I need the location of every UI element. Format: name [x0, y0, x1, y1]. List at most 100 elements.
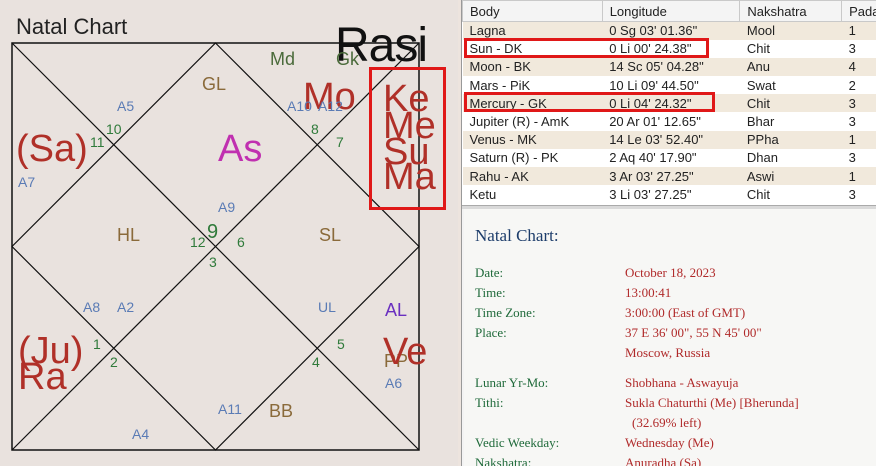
- house-number: 5: [337, 336, 345, 352]
- table-row[interactable]: Lagna 0 Sg 03' 01.36" Mool 1: [462, 21, 876, 40]
- planet-venus: Ve: [383, 331, 428, 373]
- point-gl: GL: [202, 74, 227, 94]
- table-row[interactable]: Ketu 3 Li 03' 27.25" Chit 3: [462, 185, 876, 204]
- table-cell: 3 Li 03' 27.25": [602, 185, 740, 204]
- table-cell: Ketu: [462, 185, 603, 204]
- detail-value: October 18, 2023: [625, 265, 716, 280]
- table-cell: Anu: [739, 57, 842, 77]
- ascendant: As: [218, 128, 263, 170]
- highlight-row-mercury: [464, 92, 715, 112]
- detail-value: Sukla Chaturthi (Me) [Bherunda]: [625, 395, 799, 410]
- house-number: 7: [336, 134, 344, 150]
- table-cell: Jupiter (R) - AmK: [462, 112, 603, 131]
- aspect-label: A4: [132, 426, 150, 442]
- table-cell: Chit: [739, 185, 842, 204]
- table-cell: 2: [841, 76, 876, 95]
- house-number: 10: [106, 121, 122, 137]
- table-cell: 2 Aq 40' 17.90": [602, 148, 740, 167]
- aspect-label: UL: [318, 299, 336, 315]
- natal-chart-panel: Natal Chart Rasi Md Gk GL HL SL BB AL PP…: [0, 0, 458, 466]
- house-number: 12: [190, 234, 206, 250]
- planet-gk: Gk: [336, 49, 360, 69]
- table-cell: Swat: [739, 76, 842, 95]
- table-row[interactable]: Saturn (R) - PK 2 Aq 40' 17.90" Dhan 3: [462, 148, 876, 167]
- table-cell: 1: [841, 167, 876, 186]
- aspect-label: A2: [117, 299, 135, 315]
- details-title: Natal Chart:: [475, 226, 559, 245]
- chart-title: Natal Chart: [16, 14, 128, 39]
- detail-label: Place:: [475, 325, 507, 340]
- highlight-box-planets: [369, 67, 446, 210]
- aspect-label: A10: [287, 98, 312, 114]
- house-number: 1: [93, 336, 101, 352]
- aspect-label: A5: [117, 98, 135, 114]
- column-header-body[interactable]: Body: [462, 0, 603, 22]
- table-row[interactable]: Rahu - AK 3 Ar 03' 27.25" Aswi 1: [462, 167, 876, 186]
- aspect-label: A11: [218, 401, 242, 417]
- table-cell: Rahu - AK: [462, 167, 603, 186]
- aspect-label: A12: [318, 98, 343, 114]
- table-row[interactable]: Moon - BK 14 Sc 05' 04.28" Anu 4: [462, 57, 876, 77]
- aspect-label: A6: [385, 375, 403, 391]
- detail-label: Time Zone:: [475, 305, 536, 320]
- table-cell: Bhar: [739, 112, 842, 131]
- detail-value: Moscow, Russia: [625, 345, 711, 360]
- detail-value: 3:00:00 (East of GMT): [625, 305, 746, 320]
- column-header-pada[interactable]: Pada: [841, 0, 876, 22]
- detail-value: 37 E 36' 00", 55 N 45' 00": [625, 325, 762, 340]
- table-cell: 3: [841, 148, 876, 167]
- table-cell: 3 Ar 03' 27.25": [602, 167, 740, 186]
- planet-table: Body Longitude Nakshatra Pada Lagna 0 Sg …: [462, 0, 876, 205]
- point-bb: BB: [269, 401, 294, 421]
- table-cell: 3: [841, 94, 876, 113]
- table-cell: 14 Sc 05' 04.28": [602, 57, 740, 77]
- detail-value: Anuradha (Sa): [625, 455, 702, 466]
- table-cell: Dhan: [739, 148, 842, 167]
- table-cell: 14 Le 03' 52.40": [602, 130, 740, 149]
- point-hl: HL: [117, 225, 141, 245]
- detail-value: Shobhana - Aswayuja: [625, 375, 739, 390]
- detail-label: Nakshatra:: [475, 455, 532, 466]
- point-al: AL: [385, 300, 408, 320]
- detail-value: Wednesday (Me): [625, 435, 714, 450]
- table-cell: Aswi: [739, 167, 842, 186]
- house-number: 8: [311, 121, 319, 137]
- table-row[interactable]: Venus - MK 14 Le 03' 52.40" PPha 1: [462, 130, 876, 149]
- column-header-longitude[interactable]: Longitude: [601, 0, 741, 22]
- table-row[interactable]: Jupiter (R) - AmK 20 Ar 01' 12.65" Bhar 3: [462, 112, 876, 131]
- planet-rahu: Ra: [18, 356, 67, 398]
- right-panel: Body Longitude Nakshatra Pada Lagna 0 Sg …: [461, 0, 876, 466]
- table-cell: Chit: [739, 94, 842, 113]
- point-sl: SL: [319, 225, 342, 245]
- detail-label: Time:: [475, 285, 506, 300]
- table-cell: Moon - BK: [462, 57, 603, 77]
- detail-label: Lunar Yr-Mo:: [475, 375, 549, 390]
- table-cell: 4: [841, 57, 876, 77]
- planet-saturn: (Sa): [16, 128, 88, 170]
- house-number: 4: [312, 354, 320, 370]
- detail-value: (32.69% left): [632, 415, 702, 430]
- table-cell: Venus - MK: [462, 130, 603, 149]
- table-cell: 0 Sg 03' 01.36": [602, 21, 740, 40]
- table-cell: 20 Ar 01' 12.65": [602, 112, 740, 131]
- highlight-row-sun: [464, 38, 709, 58]
- table-cell: Mool: [739, 21, 842, 40]
- house-number: 2: [110, 354, 118, 370]
- table-cell: 3: [841, 185, 876, 204]
- table-cell: Lagna: [462, 21, 603, 40]
- table-cell: 1: [841, 130, 876, 149]
- detail-value: 13:00:41: [625, 285, 672, 300]
- house-number: 3: [209, 254, 217, 270]
- column-header-nakshatra[interactable]: Nakshatra: [739, 0, 843, 22]
- table-cell: 1: [841, 21, 876, 40]
- detail-label: Tithi:: [475, 395, 504, 410]
- table-cell: 3: [841, 39, 876, 58]
- aspect-label: A7: [18, 174, 36, 190]
- house-nine-center: 9: [207, 221, 219, 243]
- aspect-label: A8: [83, 299, 101, 315]
- table-cell: Chit: [739, 39, 842, 58]
- table-cell: Saturn (R) - PK: [462, 148, 603, 167]
- table-cell: 3: [841, 112, 876, 131]
- detail-label: Vedic Weekday:: [475, 435, 560, 450]
- planet-md: Md: [270, 49, 296, 69]
